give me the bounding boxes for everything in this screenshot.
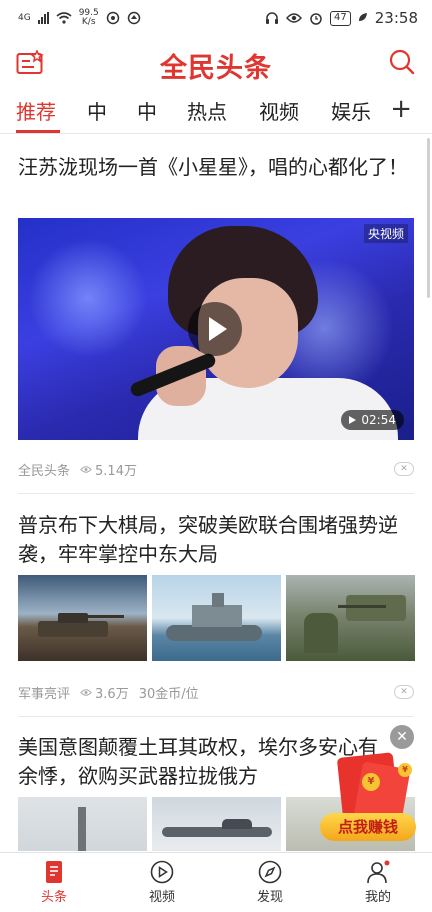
play-small-icon xyxy=(349,416,357,424)
signal-label: 4G xyxy=(18,13,31,23)
tab-hot[interactable]: 热点 xyxy=(187,96,227,125)
article-image-row[interactable] xyxy=(18,575,415,661)
active-tab-indicator xyxy=(16,130,60,133)
net-speed-unit: K/s xyxy=(81,17,96,27)
close-red-packet-icon[interactable]: ✕ xyxy=(390,725,414,749)
bottom-navigation: 头条 视频 发现 我的 xyxy=(0,852,432,912)
article-source: 全民头条 xyxy=(18,464,71,479)
feed-scrollbar[interactable] xyxy=(427,138,430,298)
wifi-icon xyxy=(56,12,72,24)
view-count-value: 5.14万 xyxy=(95,464,137,479)
article-meta: 全民头条 5.14万 ✕ xyxy=(18,460,414,479)
signal-strength-icon xyxy=(37,12,49,24)
leaf-icon xyxy=(358,13,367,21)
coin-icon: ¥ xyxy=(362,773,380,791)
nav-profile[interactable]: 我的 xyxy=(338,859,418,905)
video-duration-badge: 02:54 xyxy=(341,410,404,430)
article-source: 军事亮评 xyxy=(18,687,71,702)
view-count: 5.14万 xyxy=(80,460,137,479)
user-icon xyxy=(367,860,390,884)
tab-video[interactable]: 视频 xyxy=(259,96,299,125)
play-button-icon[interactable] xyxy=(188,302,242,356)
nav-label: 视频 xyxy=(148,890,175,905)
nav-headlines[interactable]: 头条 xyxy=(14,859,94,905)
article-card-images[interactable]: 普京布下大棋局，突破美欧联合围堵强势逆袭，牢牢掌控中东大局 xyxy=(18,511,414,569)
red-packet-widget[interactable]: ✕ ¥ ¥ 点我赚钱 xyxy=(318,725,428,845)
article-image[interactable] xyxy=(152,575,281,661)
search-icon[interactable] xyxy=(388,48,416,76)
video-duration: 02:54 xyxy=(361,413,396,427)
nav-label: 头条 xyxy=(40,890,67,905)
dismiss-article-icon[interactable]: ✕ xyxy=(394,462,414,476)
eye-icon xyxy=(80,466,92,473)
article-meta: 军事亮评 3.6万 30金币/位 ✕ xyxy=(18,683,414,702)
view-count-value: 3.6万 xyxy=(95,687,129,702)
status-bar: 4G 99.5 K/s 47 23:58 xyxy=(0,0,432,36)
alarm-icon xyxy=(310,13,322,25)
article-image[interactable] xyxy=(152,797,281,851)
nav-discover[interactable]: 发现 xyxy=(230,859,310,905)
tab-zhong-1[interactable]: 中 xyxy=(87,96,107,125)
headline-icon xyxy=(46,861,62,883)
dismiss-article-icon[interactable]: ✕ xyxy=(394,685,414,699)
app-header: 全民头条 xyxy=(0,36,432,88)
stage-light xyxy=(28,238,148,358)
channel-tabs: 推荐 中 中 热点 视频 娱乐 + xyxy=(0,90,432,134)
status-left: 4G 99.5 K/s xyxy=(18,9,141,27)
compass-icon xyxy=(258,860,282,884)
tab-entertainment[interactable]: 娱乐 xyxy=(331,96,371,125)
nav-video[interactable]: 视频 xyxy=(122,859,202,905)
app-notification-icon xyxy=(106,11,119,25)
article-title[interactable]: 汪苏泷现场一首《小星星》，唱的心都化了！ xyxy=(18,153,414,182)
article-image[interactable] xyxy=(18,797,147,851)
nav-label: 发现 xyxy=(256,890,283,905)
play-circle-icon xyxy=(150,860,174,884)
coin-reward: 30金币/位 xyxy=(138,687,199,702)
earn-money-button[interactable]: 点我赚钱 xyxy=(320,813,416,841)
nav-label: 我的 xyxy=(364,890,391,905)
tab-zhong-2[interactable]: 中 xyxy=(137,96,157,125)
eye-icon xyxy=(80,689,92,696)
battery-indicator: 47 xyxy=(330,10,351,26)
app-logo: 全民头条 xyxy=(160,53,272,84)
article-card-video[interactable]: 汪苏泷现场一首《小星星》，唱的心都化了！ xyxy=(18,153,414,182)
video-thumbnail[interactable]: 央视频 02:54 xyxy=(18,218,414,440)
article-image[interactable] xyxy=(18,575,147,661)
clock: 23:58 xyxy=(374,9,418,27)
coin-icon: ¥ xyxy=(398,763,412,777)
view-count: 3.6万 xyxy=(80,683,129,702)
article-title[interactable]: 普京布下大棋局，突破美欧联合围堵强势逆袭，牢牢掌控中东大局 xyxy=(18,511,414,569)
channel-watermark: 央视频 xyxy=(363,224,408,243)
app-notification-icon-2 xyxy=(127,11,140,25)
article-image[interactable] xyxy=(286,575,415,661)
eye-comfort-icon xyxy=(286,13,302,23)
divider xyxy=(18,716,414,717)
add-channel-button[interactable]: + xyxy=(390,94,412,124)
tab-recommend[interactable]: 推荐 xyxy=(16,96,56,125)
status-right: 47 23:58 xyxy=(265,9,418,27)
headset-icon xyxy=(266,12,279,24)
net-speed: 99.5 K/s xyxy=(79,9,99,27)
divider xyxy=(18,493,414,494)
